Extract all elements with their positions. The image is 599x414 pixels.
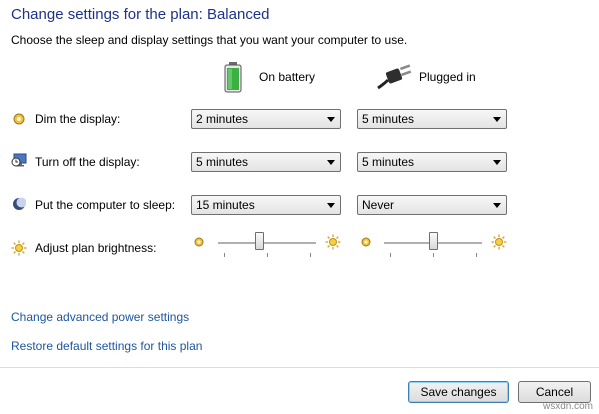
slider-track <box>218 242 316 245</box>
brightness-high-icon <box>325 234 341 250</box>
chevron-down-icon <box>327 203 335 208</box>
chevron-down-icon <box>493 117 501 122</box>
restore-default-settings-link[interactable]: Restore default settings for this plan <box>11 339 202 353</box>
sleep-battery-value: 15 minutes <box>196 198 255 212</box>
sleep-battery-select[interactable]: 15 minutes <box>191 195 341 215</box>
brightness-plugged-slider[interactable] <box>384 231 482 261</box>
footer-divider <box>0 367 599 368</box>
turn-off-display-plugged-value: 5 minutes <box>362 155 415 169</box>
slider-tick <box>224 253 225 257</box>
sleep-moon-icon <box>12 197 27 211</box>
cancel-button[interactable]: Cancel <box>518 381 591 403</box>
slider-tick <box>476 253 477 257</box>
column-plugged-in: Plugged in <box>419 70 476 84</box>
page-title: Change settings for the plan: Balanced <box>11 6 270 23</box>
slider-thumb[interactable] <box>429 232 438 250</box>
change-advanced-power-settings-link[interactable]: Change advanced power settings <box>11 310 189 324</box>
dim-display-label: Dim the display: <box>35 112 121 126</box>
battery-icon <box>222 61 244 93</box>
turn-off-display-battery-select[interactable]: 5 minutes <box>191 152 341 172</box>
turn-off-display-plugged-select[interactable]: 5 minutes <box>357 152 507 172</box>
brightness-battery-slider[interactable] <box>218 231 316 261</box>
chevron-down-icon <box>327 160 335 165</box>
slider-tick <box>310 253 311 257</box>
brightness-label: Adjust plan brightness: <box>35 241 157 255</box>
slider-tick <box>433 253 434 257</box>
save-changes-button[interactable]: Save changes <box>408 381 509 403</box>
slider-tick <box>267 253 268 257</box>
dim-display-plugged-select[interactable]: 5 minutes <box>357 109 507 129</box>
brightness-low-icon <box>194 236 204 247</box>
turn-off-display-battery-value: 5 minutes <box>196 155 249 169</box>
dim-display-battery-value: 2 minutes <box>196 112 249 126</box>
brightness-high-icon <box>491 234 507 250</box>
page-subtitle: Choose the sleep and display settings th… <box>11 33 408 47</box>
monitor-clock-icon <box>11 153 27 168</box>
chevron-down-icon <box>493 203 501 208</box>
sleep-label: Put the computer to sleep: <box>35 198 176 212</box>
brightness-sun-icon <box>11 240 27 256</box>
turn-off-display-label: Turn off the display: <box>35 155 140 169</box>
plug-icon <box>376 62 412 92</box>
slider-thumb[interactable] <box>255 232 264 250</box>
slider-tick <box>390 253 391 257</box>
column-on-battery: On battery <box>259 70 316 84</box>
dim-display-battery-select[interactable]: 2 minutes <box>191 109 341 129</box>
sleep-plugged-value: Never <box>362 198 395 212</box>
brightness-low-icon <box>361 236 371 247</box>
watermark: wsxdn.com <box>542 401 593 412</box>
chevron-down-icon <box>493 160 501 165</box>
dim-display-icon <box>13 113 25 125</box>
chevron-down-icon <box>327 117 335 122</box>
sleep-plugged-select[interactable]: Never <box>357 195 507 215</box>
dim-display-plugged-value: 5 minutes <box>362 112 415 126</box>
